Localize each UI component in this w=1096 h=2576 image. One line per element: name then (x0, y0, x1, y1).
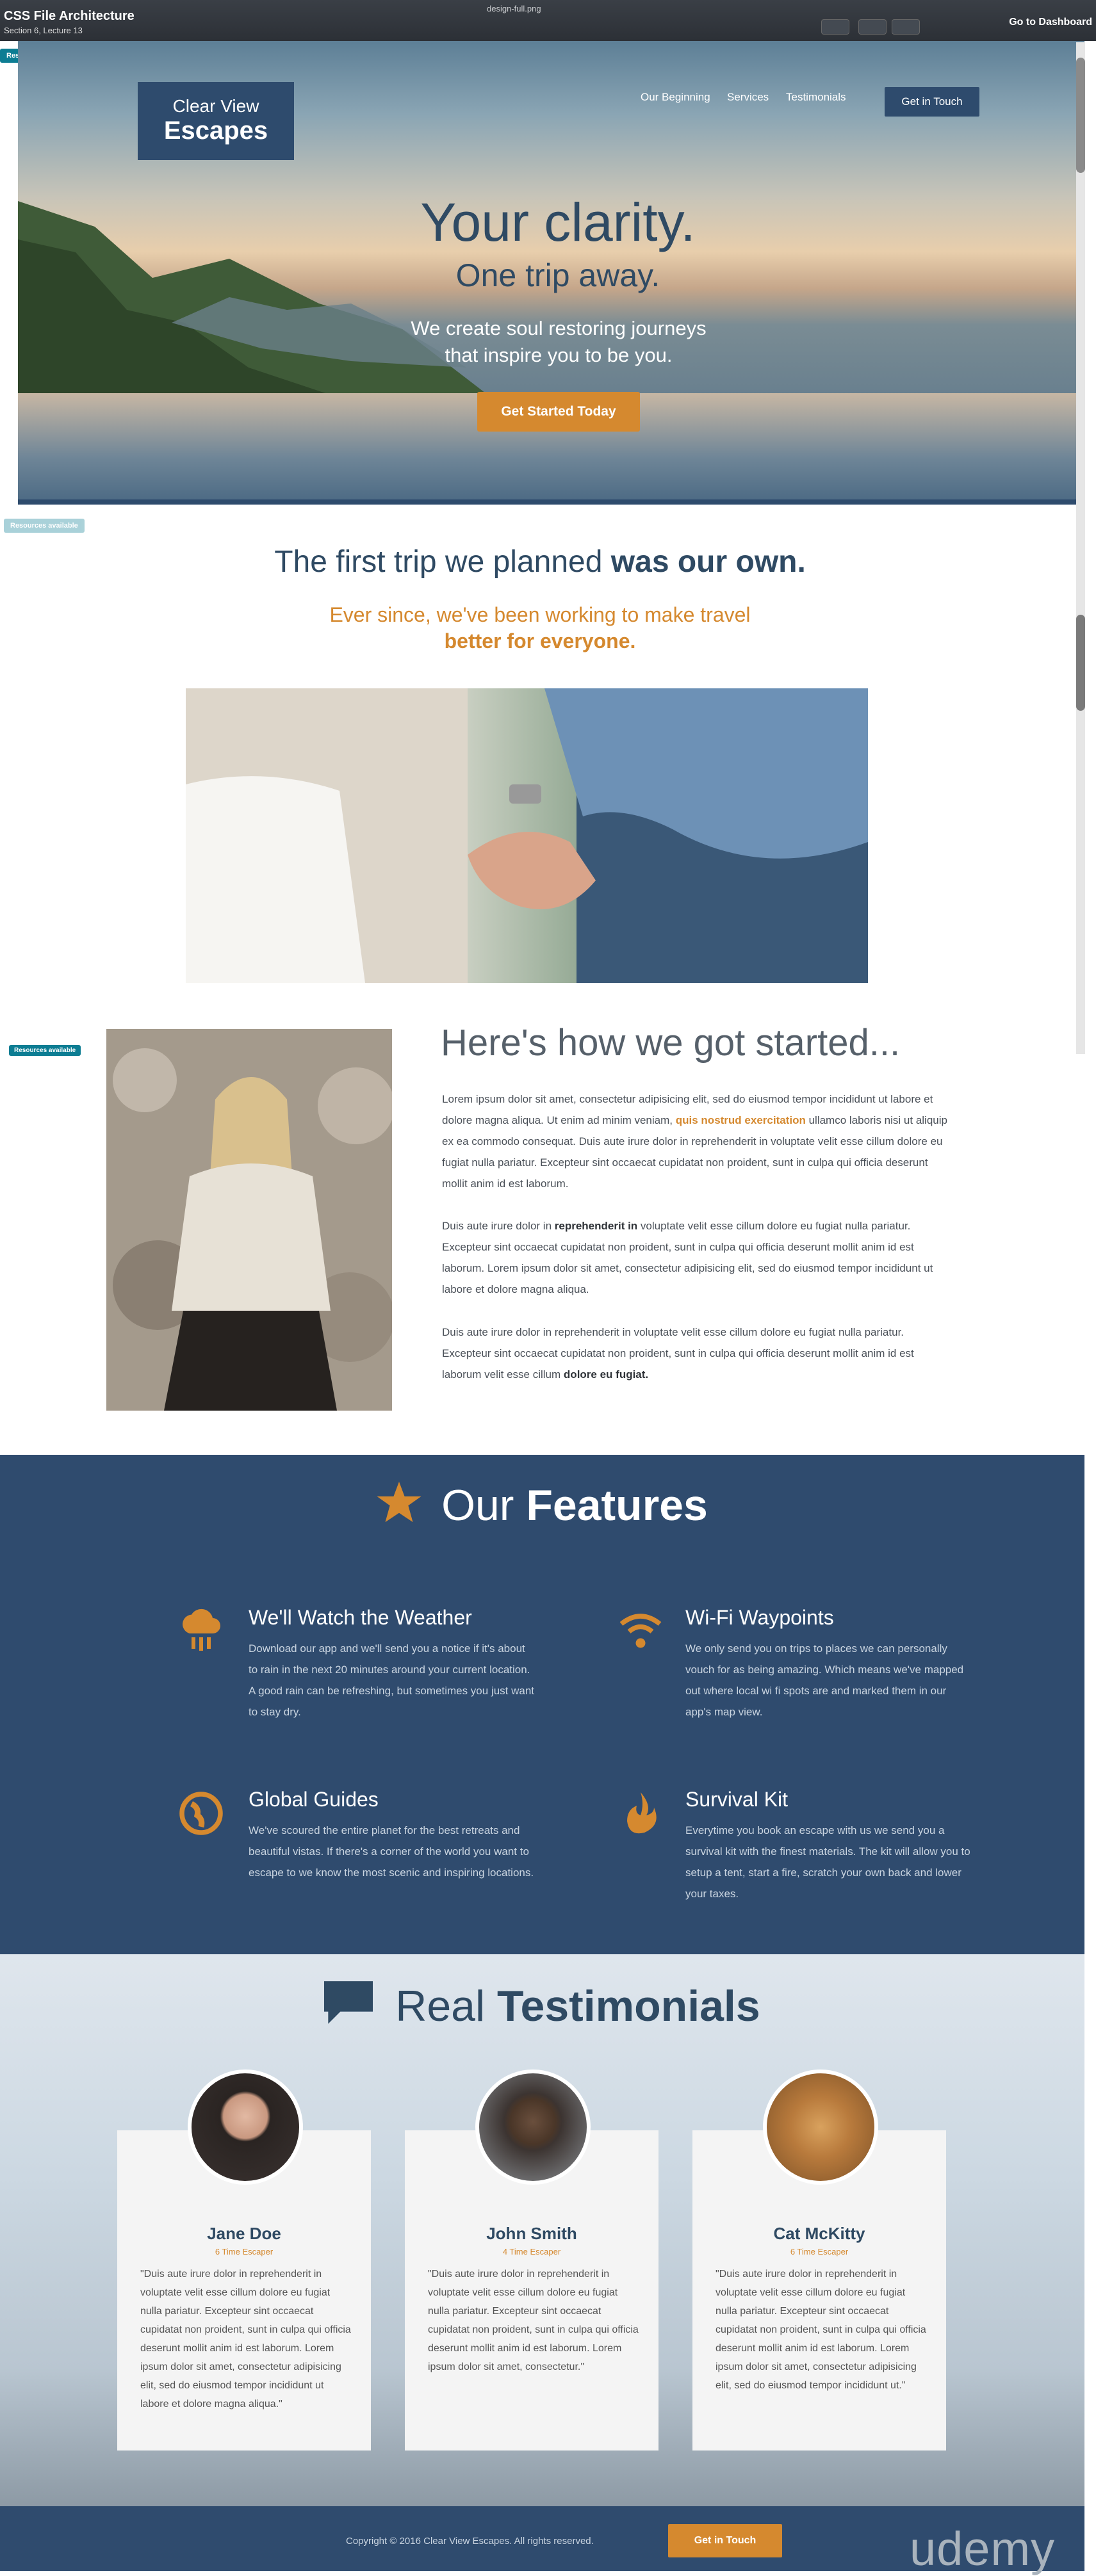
footer-get-in-touch-button[interactable]: Get in Touch (668, 2524, 782, 2557)
p2-text-a: Duis aute irure dolor in (442, 1220, 552, 1232)
hero-section: Clear View Escapes Our Beginning Service… (18, 41, 1084, 499)
copy-tool-button[interactable] (858, 19, 887, 35)
testimonial-quote: "Duis aute irure dolor in reprehenderit … (428, 2269, 639, 2372)
resources-badge-faded: Resources available (4, 519, 85, 533)
nav-services[interactable]: Services (727, 91, 769, 104)
p2-bold: reprehenderit in (554, 1220, 638, 1232)
footer: Copyright © 2016 Clear View Escapes. All… (0, 2506, 1084, 2575)
lecture-label: Section 6, Lecture 13 (4, 26, 83, 35)
pencil-tool-button[interactable] (821, 19, 849, 35)
video-top-bar: CSS File Architecture Section 6, Lecture… (0, 0, 1096, 41)
nav-testimonials[interactable]: Testimonials (786, 91, 846, 104)
cloud-rain-icon (183, 1608, 220, 1651)
story-heading: The first trip we planned was our own. (0, 544, 1080, 579)
how-paragraph-3: Duis aute irure dolor in reprehenderit i… (442, 1322, 954, 1385)
features-title-bold: Features (526, 1481, 708, 1530)
founder-illustration (106, 1029, 392, 1411)
testimonial-meta: 6 Time Escaper (215, 2247, 274, 2256)
hero-text: We create soul restoring journeys that i… (411, 317, 707, 366)
p3-bold: dolore eu fugiat. (563, 1368, 649, 1381)
feature-guides-title: Global Guides (249, 1788, 379, 1811)
testimonial-quote: "Duis aute irure dolor in reprehenderit … (716, 2269, 926, 2391)
chat-bubble-icon (324, 1981, 373, 2024)
viewer-scrollbar-thumb-top[interactable] (1076, 58, 1085, 173)
how-paragraph-2: Duis aute irure dolor in reprehenderit i… (442, 1215, 954, 1300)
testimonial-meta: 4 Time Escaper (502, 2247, 561, 2256)
file-name: design-full.png (487, 4, 541, 13)
feature-guides-text: We've scoured the entire planet for the … (249, 1824, 534, 1879)
feature-wifi-text: We only send you on trips to places we c… (685, 1642, 964, 1718)
star-icon (377, 1482, 421, 1523)
testimonial-meta: 6 Time Escaper (790, 2247, 849, 2256)
testimonial-quote: "Duis aute irure dolor in reprehenderit … (140, 2269, 351, 2410)
testimonials-title-bold: Testimonials (497, 1982, 760, 2030)
footer-copyright: Copyright © 2016 Clear View Escapes. All… (346, 2536, 594, 2547)
story-sub-bold: better for everyone. (444, 629, 636, 652)
story-sub-plain: Ever since, we've been working to make t… (329, 603, 751, 626)
testimonial-name: Jane Doe (207, 2224, 281, 2243)
viewer-scrollbar-track[interactable] (1076, 42, 1085, 1054)
founder-photo (106, 1029, 392, 1411)
feature-weather-title: We'll Watch the Weather (249, 1606, 472, 1629)
features-section: Our Features We'll Watch the Weather Dow… (0, 1455, 1084, 1954)
hero-subtitle: One trip away. (455, 257, 660, 293)
get-started-button[interactable]: Get Started Today (477, 392, 640, 432)
logo-line-2: Escapes (163, 117, 268, 145)
avatar-cat-mckitty (763, 2070, 878, 2185)
testimonials-title: Real Testimonials (0, 1981, 1084, 2031)
nav-our-beginning[interactable]: Our Beginning (641, 91, 710, 104)
p1-highlight: quis nostrud exercitation (675, 1114, 806, 1126)
avatar-john-smith (475, 2070, 591, 2185)
course-title: CSS File Architecture (4, 9, 135, 23)
testimonials-section: Real Testimonials Jane Doe 6 Time Escape… (0, 1954, 1084, 2506)
wifi-icon (619, 1614, 662, 1648)
feature-wifi-title: Wi-Fi Waypoints (685, 1606, 834, 1629)
layout-tool-button[interactable] (892, 19, 920, 35)
how-paragraph-1: Lorem ipsum dolor sit amet, consectetur … (442, 1089, 954, 1194)
story-subheading: Ever since, we've been working to make t… (0, 602, 1080, 654)
brand-logo[interactable]: Clear View Escapes (138, 82, 294, 160)
how-heading: Here's how we got started... (441, 1022, 901, 1064)
avatar-jane-doe (188, 2070, 303, 2185)
resources-badge-2[interactable]: Resources available (9, 1045, 81, 1056)
logo-line-1: Clear View (172, 96, 259, 116)
udemy-watermark: udemy (910, 2522, 1056, 2575)
feature-kit-text: Everytime you book an escape with us we … (685, 1824, 970, 1900)
feature-weather-text: Download our app and we'll send you a no… (249, 1642, 535, 1718)
p3-text-a: Duis aute irure dolor in reprehenderit i… (442, 1326, 914, 1381)
globe-icon (179, 1792, 223, 1835)
dashboard-link[interactable]: Go to Dashboard (1009, 17, 1092, 28)
header-get-in-touch-button[interactable]: Get in Touch (885, 87, 979, 117)
testimonial-name: John Smith (486, 2224, 577, 2243)
features-title-plain: Our (441, 1481, 514, 1530)
fire-icon (627, 1792, 657, 1834)
story-heading-plain: The first trip we planned (274, 545, 603, 579)
viewer-scrollbar-thumb[interactable] (1076, 615, 1085, 711)
holding-hands-illustration (186, 688, 868, 983)
hero-title: Your clarity. (420, 192, 696, 252)
features-title: Our Features (0, 1480, 1084, 1530)
story-heading-bold: was our own. (610, 545, 806, 579)
feature-kit-title: Survival Kit (685, 1788, 789, 1811)
hero-bottom-border (18, 499, 1084, 505)
testimonial-name: Cat McKitty (773, 2224, 865, 2243)
holding-hands-photo (186, 688, 868, 983)
testimonials-title-plain: Real (395, 1982, 486, 2030)
